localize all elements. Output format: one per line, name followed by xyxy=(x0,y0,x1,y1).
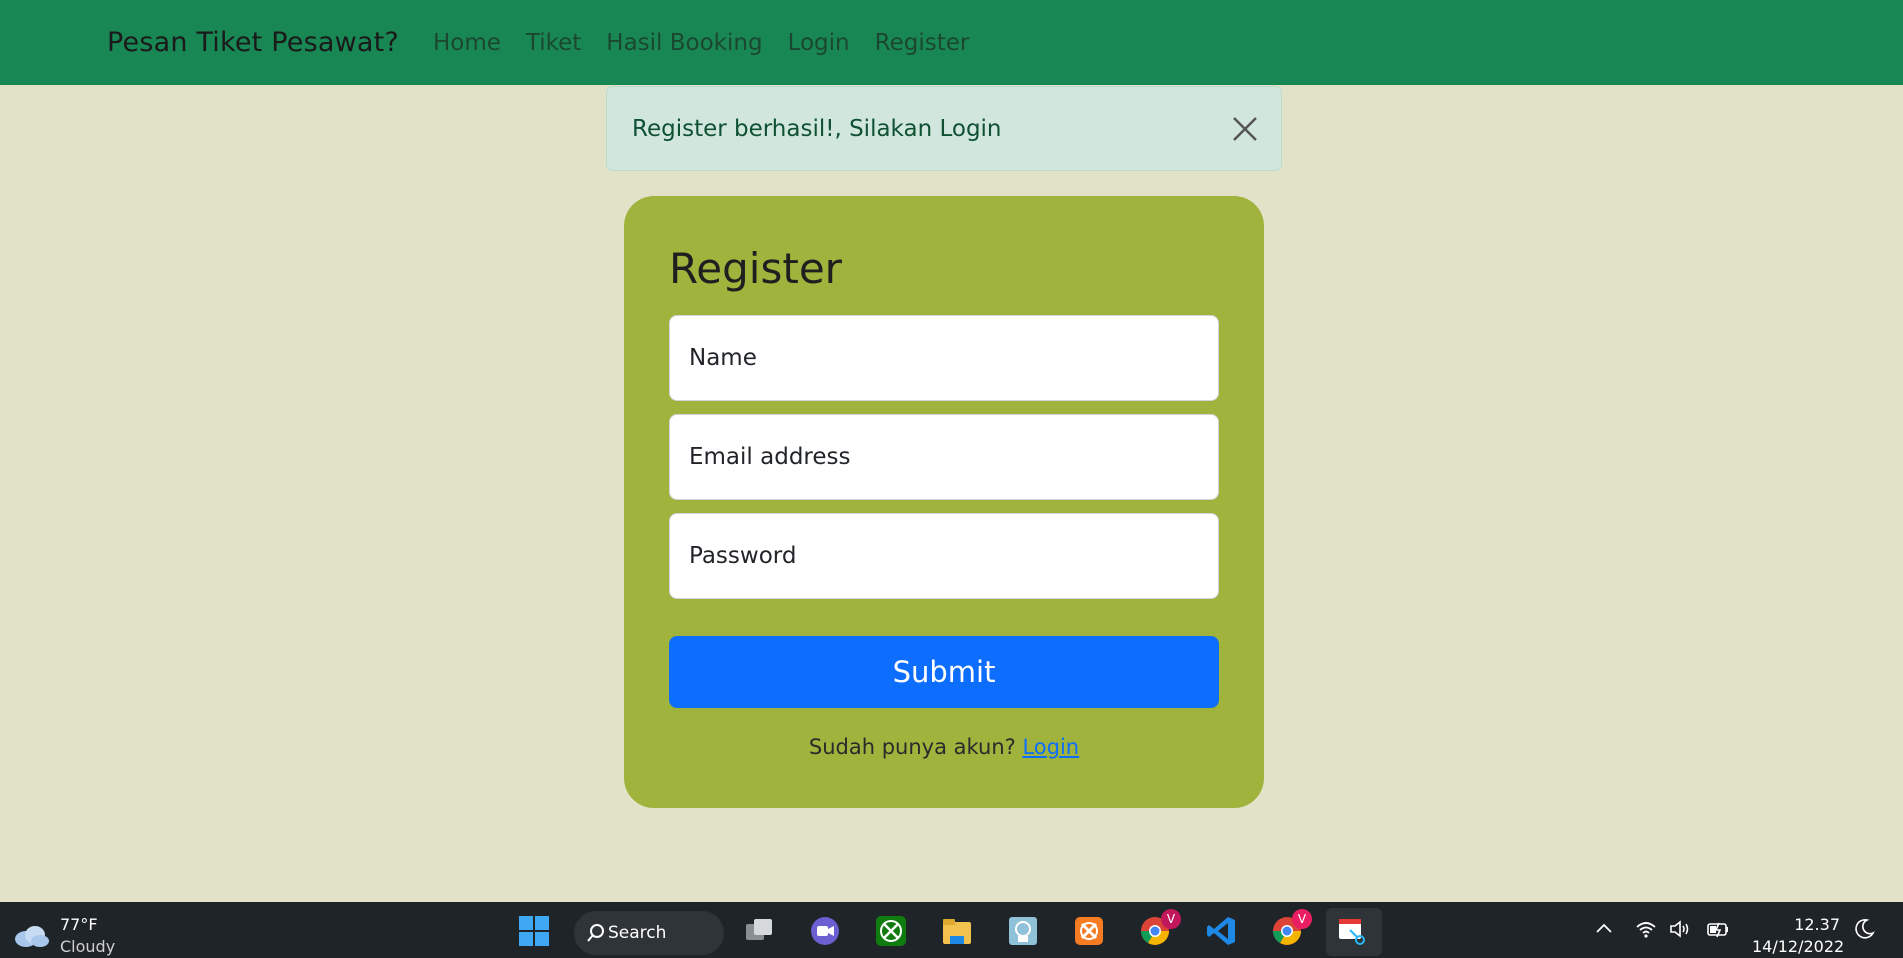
nav-link-tiket[interactable]: Tiket xyxy=(526,30,581,56)
alert-message: Register berhasil!, Silakan Login xyxy=(632,115,1002,142)
form-title: Register xyxy=(669,244,842,293)
login-prompt-text: Sudah punya akun? xyxy=(808,735,1016,759)
navbar: Pesan Tiket Pesawat? Home Tiket Hasil Bo… xyxy=(0,0,1903,85)
file-explorer-icon[interactable] xyxy=(940,914,974,948)
close-icon[interactable] xyxy=(1231,115,1259,143)
nav-link-home[interactable]: Home xyxy=(433,30,501,56)
profile-badge: V xyxy=(1161,909,1181,929)
teams-chat-icon[interactable] xyxy=(808,914,842,948)
volume-icon[interactable] xyxy=(1668,917,1692,941)
register-card: Register Submit Sudah punya akun? Login xyxy=(624,196,1264,808)
search-icon xyxy=(587,924,604,942)
photos-icon[interactable] xyxy=(1006,914,1040,948)
taskbar-search[interactable]: Search xyxy=(574,911,724,955)
email-input[interactable] xyxy=(669,414,1219,500)
battery-charging-icon[interactable] xyxy=(1706,917,1730,941)
clock-date: 14/12/2022 xyxy=(1752,937,1845,956)
wifi-icon[interactable] xyxy=(1634,917,1658,941)
cloud-icon xyxy=(15,926,49,947)
nav-link-login[interactable]: Login xyxy=(788,30,850,56)
weather-condition: Cloudy xyxy=(60,937,116,956)
weather-temp: 77°F xyxy=(60,915,98,934)
nav-link-hasil-booking[interactable]: Hasil Booking xyxy=(606,30,762,56)
clock-time: 12.37 xyxy=(1794,915,1840,934)
focus-moon-icon[interactable] xyxy=(1852,917,1876,941)
xampp-icon[interactable] xyxy=(1072,914,1106,948)
weather-widget[interactable]: 77°F Cloudy xyxy=(12,914,115,958)
search-label: Search xyxy=(608,923,667,943)
name-input[interactable] xyxy=(669,315,1219,401)
taskbar: 77°F Cloudy Search V V 12.37 14/12/2022 xyxy=(0,902,1903,958)
task-view-icon[interactable] xyxy=(742,914,776,948)
submit-button[interactable]: Submit xyxy=(669,636,1219,708)
chevron-up-icon[interactable] xyxy=(1592,917,1616,941)
snipping-tool-icon[interactable] xyxy=(1336,914,1370,948)
navbar-brand[interactable]: Pesan Tiket Pesawat? xyxy=(107,27,399,58)
vscode-icon[interactable] xyxy=(1204,914,1238,948)
login-link[interactable]: Login xyxy=(1022,735,1079,759)
password-input[interactable] xyxy=(669,513,1219,599)
nav-link-register[interactable]: Register xyxy=(875,30,970,56)
profile-badge: V xyxy=(1292,909,1312,929)
windows-start-icon[interactable] xyxy=(517,914,551,948)
login-prompt: Sudah punya akun? Login xyxy=(624,735,1264,759)
xbox-icon[interactable] xyxy=(874,914,908,948)
success-alert: Register berhasil!, Silakan Login xyxy=(606,86,1282,171)
taskbar-clock[interactable]: 12.37 14/12/2022 xyxy=(1752,914,1845,958)
